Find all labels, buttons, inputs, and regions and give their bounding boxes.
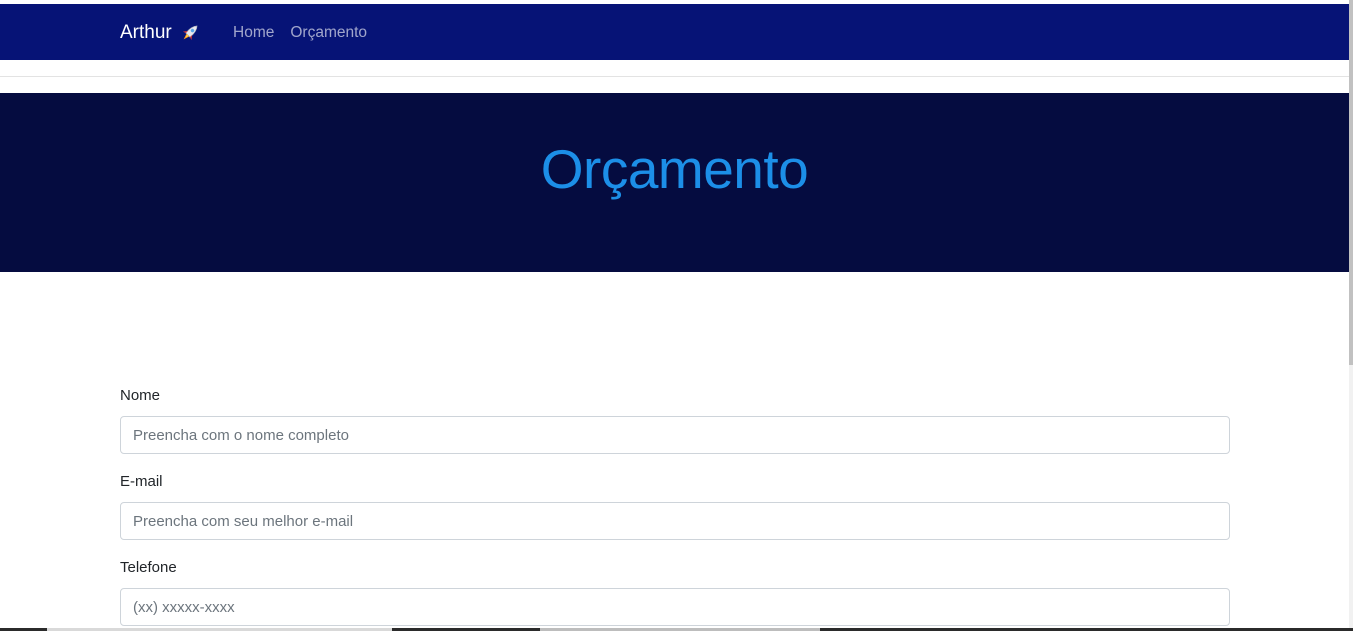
name-field[interactable] xyxy=(120,416,1230,454)
email-label: E-mail xyxy=(120,473,163,490)
page: Arthur Home Orçamento Orçamento Nome Pre… xyxy=(0,0,1353,631)
navbar: Arthur Home Orçamento xyxy=(0,4,1349,60)
name-label: Nome xyxy=(120,387,161,404)
rocket-icon xyxy=(179,22,201,44)
brand-link[interactable]: Arthur xyxy=(120,21,201,45)
phone-label: Telefone xyxy=(120,559,177,576)
phone-field[interactable] xyxy=(120,588,1230,626)
divider xyxy=(0,76,1349,77)
brand-name: Arthur xyxy=(120,22,172,43)
nav-link-orcamento[interactable]: Orçamento xyxy=(290,23,367,43)
nav-link-home[interactable]: Home xyxy=(233,23,274,43)
page-title: Orçamento xyxy=(540,138,809,200)
scrollbar-thumb[interactable] xyxy=(1349,0,1353,365)
nav-links: Home Orçamento xyxy=(233,23,367,43)
hero-banner: Orçamento xyxy=(0,93,1349,272)
email-field[interactable] xyxy=(120,502,1230,540)
